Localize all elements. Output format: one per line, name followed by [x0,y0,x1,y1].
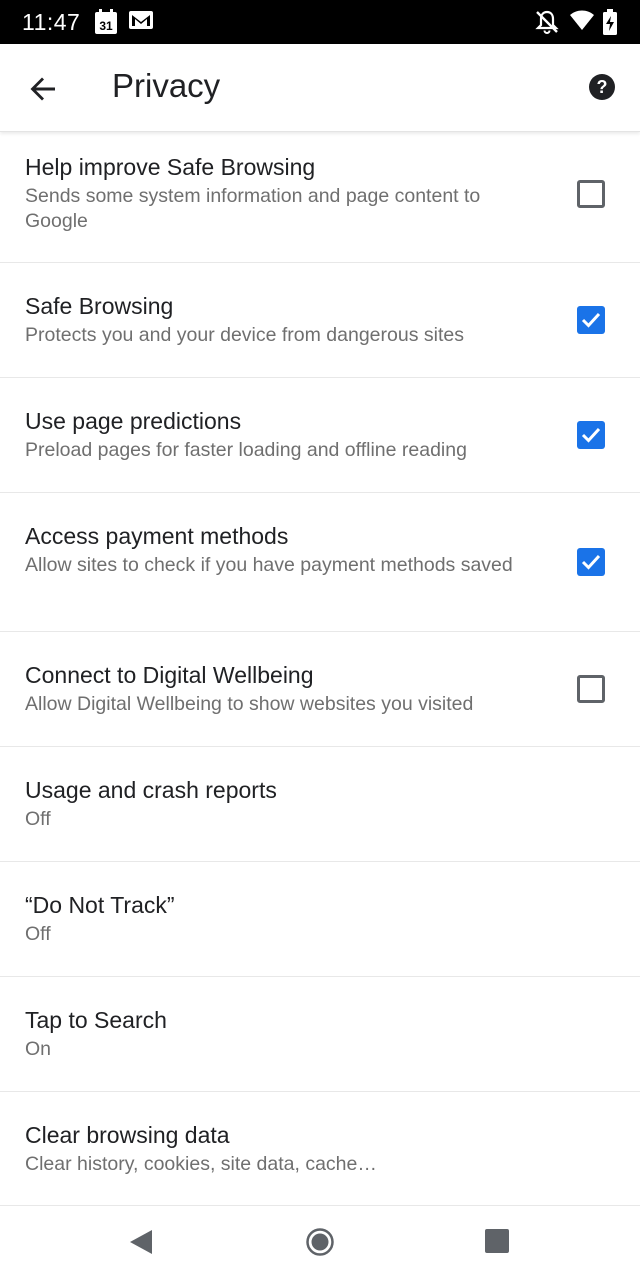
setting-title: Usage and crash reports [25,777,277,803]
help-button[interactable]: ? [586,71,618,103]
system-nav-bar [0,1206,640,1278]
setting-summary: Off [25,923,51,945]
nav-home-icon[interactable] [306,1228,334,1256]
setting-title: Tap to Search [25,1007,167,1033]
setting-connect-digital-wellbeing[interactable]: Connect to Digital Wellbeing Allow Digit… [0,632,640,747]
svg-text:?: ? [597,77,608,97]
setting-summary: Off [25,808,51,830]
wifi-icon [570,10,594,30]
notifications-off-icon [535,10,559,34]
setting-title: Connect to Digital Wellbeing [25,662,314,688]
battery-charging-icon [603,9,617,35]
calendar-icon: 31 [95,9,117,34]
back-button[interactable] [22,68,64,110]
nav-back-icon[interactable] [128,1228,154,1256]
help-improve-safe-browsing-checkbox[interactable] [577,180,605,208]
gmail-icon [129,11,153,29]
setting-summary: Allow Digital Wellbeing to show websites… [25,693,474,715]
settings-list: Help improve Safe Browsing Sends some sy… [0,132,640,1206]
setting-usage-crash-reports[interactable]: Usage and crash reports Off [0,747,640,862]
checkmark-icon [581,427,601,443]
checkmark-icon [581,554,601,570]
setting-access-payment-methods[interactable]: Access payment methods Allow sites to ch… [0,493,640,632]
nav-recents-icon[interactable] [485,1229,509,1253]
calendar-day: 31 [99,19,113,33]
page-title: Privacy [112,67,221,104]
setting-tap-to-search[interactable]: Tap to Search On [0,977,640,1092]
setting-summary: Clear history, cookies, site data, cache… [25,1153,377,1175]
help-icon: ? [589,74,615,100]
setting-summary: Preload pages for faster loading and off… [25,439,467,461]
status-time: 11:47 [22,9,81,35]
access-payment-methods-checkbox[interactable] [577,548,605,576]
checkmark-icon [581,312,601,328]
status-bar: 11:47 31 [0,0,640,44]
setting-title: Help improve Safe Browsing [25,154,316,180]
use-page-predictions-checkbox[interactable] [577,421,605,449]
setting-use-page-predictions[interactable]: Use page predictions Preload pages for f… [0,378,640,493]
setting-title: Safe Browsing [25,293,174,319]
setting-summary: Protects you and your device from danger… [25,324,464,346]
setting-title: Use page predictions [25,408,242,434]
setting-do-not-track[interactable]: “Do Not Track” Off [0,862,640,977]
setting-title: Clear browsing data [25,1122,230,1148]
setting-summary: Allow sites to check if you have payment… [25,554,513,576]
connect-digital-wellbeing-checkbox[interactable] [577,675,605,703]
setting-title: “Do Not Track” [25,892,175,918]
setting-help-improve-safe-browsing[interactable]: Help improve Safe Browsing Sends some sy… [0,132,640,263]
setting-safe-browsing[interactable]: Safe Browsing Protects you and your devi… [0,263,640,378]
safe-browsing-checkbox[interactable] [577,306,605,334]
app-bar: Privacy ? [0,44,640,132]
setting-clear-browsing-data[interactable]: Clear browsing data Clear history, cooki… [0,1092,640,1206]
setting-summary: Sends some system information and page c… [25,185,481,232]
setting-title: Access payment methods [25,523,289,549]
arrow-back-icon [30,77,55,101]
setting-summary: On [25,1038,52,1060]
